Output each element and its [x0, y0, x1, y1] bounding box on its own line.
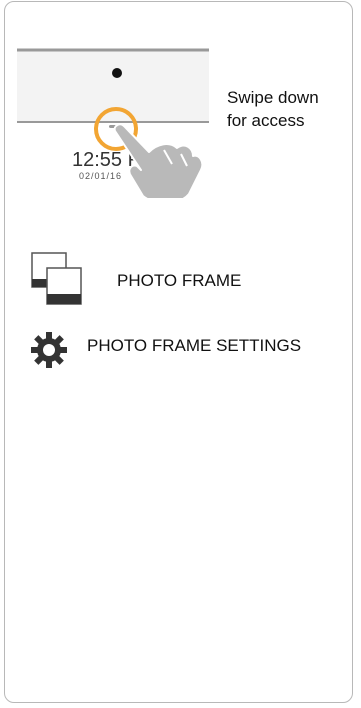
- preview-date: 02/01/16: [79, 171, 122, 181]
- instruction-card: 12:55 P 02/01/16 Swipe down for access P…: [4, 1, 353, 703]
- photo-frame-label: PHOTO FRAME: [117, 271, 242, 290]
- swipe-hint-text: Swipe down for access: [227, 86, 347, 132]
- hint-line-2: for access: [227, 111, 305, 130]
- photo-frame-settings-label: PHOTO FRAME SETTINGS: [87, 336, 302, 355]
- camera-dot-icon: [112, 68, 122, 78]
- gear-icon: [31, 332, 67, 368]
- swipe-gesture-illustration: 12:55 P 02/01/16: [17, 48, 209, 198]
- hint-line-1: Swipe down: [227, 88, 319, 107]
- swipe-illustration: 12:55 P 02/01/16: [17, 46, 209, 198]
- photo-frame-icon: [31, 252, 83, 308]
- menu-item-photo-frame[interactable]: PHOTO FRAME: [31, 252, 331, 312]
- menu-item-photo-frame-settings[interactable]: PHOTO FRAME SETTINGS: [31, 328, 351, 370]
